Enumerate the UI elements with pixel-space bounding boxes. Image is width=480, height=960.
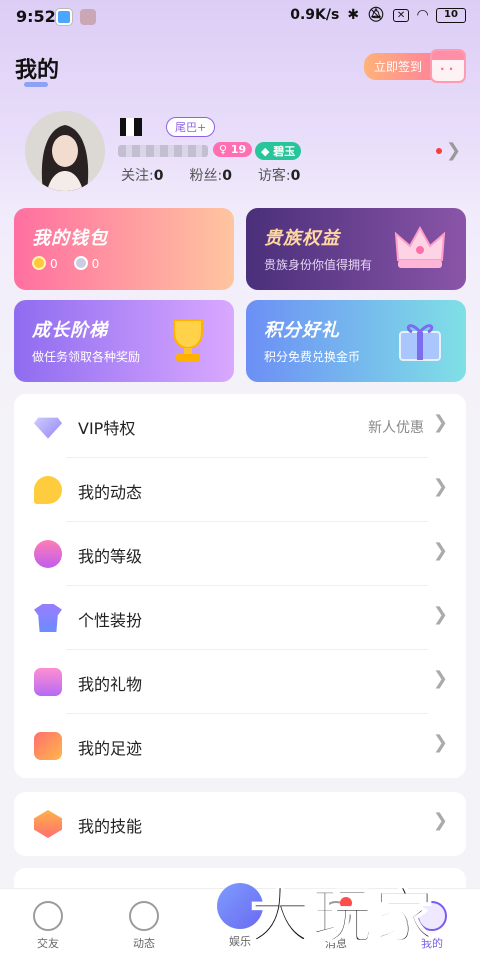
gift-icon [34, 668, 62, 696]
jade-badge: ◆ 碧玉 [255, 142, 302, 160]
silver-coin-icon [73, 256, 88, 270]
jade-badge-label: 碧玉 [273, 145, 296, 158]
wifi-icon: ◠ [417, 7, 428, 23]
footprint-icon [34, 732, 62, 760]
menu-item-vip[interactable]: VIP特权 新人优惠 ❯ [14, 394, 466, 458]
planet-tab-icon [129, 901, 159, 931]
menu-item-level[interactable]: 我的等级 ❯ [14, 522, 466, 586]
level-medal-icon [34, 540, 62, 568]
growth-subtitle: 做任务领取各种奖励 [32, 350, 141, 364]
chevron-right-icon: ❯ [432, 810, 448, 831]
gift-box-icon [399, 324, 441, 361]
sim-off-icon: ✕ [392, 8, 410, 22]
battery-icon: 10 [436, 7, 466, 23]
noble-card[interactable]: 贵族权益 贵族身份你值得拥有 [246, 208, 466, 290]
chevron-right-icon: ❯ [432, 412, 448, 433]
bluetooth-icon: ✱ [347, 7, 360, 23]
follow-stat[interactable]: 关注:0 [121, 165, 163, 185]
noble-subtitle: 贵族身份你值得拥有 [264, 258, 373, 272]
chevron-right-icon: ❯ [432, 476, 448, 497]
crown-icon [394, 225, 446, 268]
fans-stat[interactable]: 粉丝:0 [189, 165, 231, 185]
growth-title: 成长阶梯 [32, 320, 108, 341]
net-speed: 0.9K/s [290, 7, 340, 23]
skill-icon [34, 810, 62, 838]
avatar[interactable] [25, 111, 105, 191]
level-badge-value: 19 [230, 143, 247, 156]
chevron-right-icon: ❯ [432, 732, 448, 753]
level-badge: ♀ 19 [213, 142, 253, 157]
points-title: 积分好礼 [264, 320, 340, 341]
username-redacted [120, 118, 150, 138]
menu-item-footprint[interactable]: 我的足迹 ❯ [14, 714, 466, 778]
user-id-blurred [118, 145, 208, 157]
heart-tab-icon [33, 901, 63, 931]
tab-moments[interactable]: 动态 [96, 889, 192, 960]
menu-item-gift[interactable]: 我的礼物 ❯ [14, 650, 466, 714]
silver-balance: 0 [73, 256, 99, 271]
chevron-right-icon: ❯ [432, 668, 448, 689]
profile-red-dot [436, 148, 442, 154]
title-underline [24, 82, 48, 87]
noble-title: 贵族权益 [264, 228, 340, 249]
chevron-right-icon: ❯ [432, 604, 448, 625]
page-title: 我的 [15, 58, 60, 83]
menu-item-outfit[interactable]: 个性装扮 ❯ [14, 586, 466, 650]
skills-list: 我的技能 ❯ [14, 792, 466, 856]
status-bar: 9:52 0.9K/s ✱ 🔕︎ ✕ ◠ 10 [0, 0, 480, 34]
vip-hint: 新人优惠 [368, 420, 424, 436]
notification-avatar-icon [80, 9, 96, 25]
points-subtitle: 积分免费兑换金币 [264, 350, 361, 364]
trophy-icon [173, 319, 203, 361]
diamond-icon [34, 417, 62, 439]
wallet-card[interactable]: 我的钱包 0 0 [14, 208, 234, 290]
tab-friends[interactable]: 交友 [0, 889, 96, 960]
growth-card[interactable]: 成长阶梯 做任务领取各种奖励 [14, 300, 234, 382]
checkin-button[interactable]: 立即签到 [363, 48, 466, 84]
menu-item-skills[interactable]: 我的技能 ❯ [14, 792, 466, 856]
notification-app-icon [56, 9, 72, 25]
avatar-image [25, 111, 105, 191]
gold-balance: 0 [32, 256, 58, 271]
wallet-title: 我的钱包 [32, 228, 108, 249]
chevron-right-icon[interactable]: ❯ [446, 140, 461, 161]
tail-tag[interactable]: 尾巴+ [166, 117, 216, 137]
outfit-icon [34, 604, 62, 632]
mute-icon: 🔕︎ [367, 7, 385, 23]
moments-icon [34, 476, 62, 504]
menu-item-moments[interactable]: 我的动态 ❯ [14, 458, 466, 522]
calendar-icon [430, 49, 466, 83]
status-time: 9:52 [16, 7, 56, 26]
chevron-right-icon: ❯ [432, 540, 448, 561]
watermark: 大玩家 [249, 881, 436, 953]
gold-coin-icon [32, 256, 46, 270]
profile-stats: 关注:0 粉丝:0 访客:0 [121, 165, 300, 185]
points-card[interactable]: 积分好礼 积分免费兑换金币 [246, 300, 466, 382]
visitor-stat[interactable]: 访客:0 [258, 165, 300, 185]
menu-list: VIP特权 新人优惠 ❯ 我的动态 ❯ 我的等级 ❯ 个性装扮 ❯ 我的礼物 ❯… [14, 394, 466, 778]
